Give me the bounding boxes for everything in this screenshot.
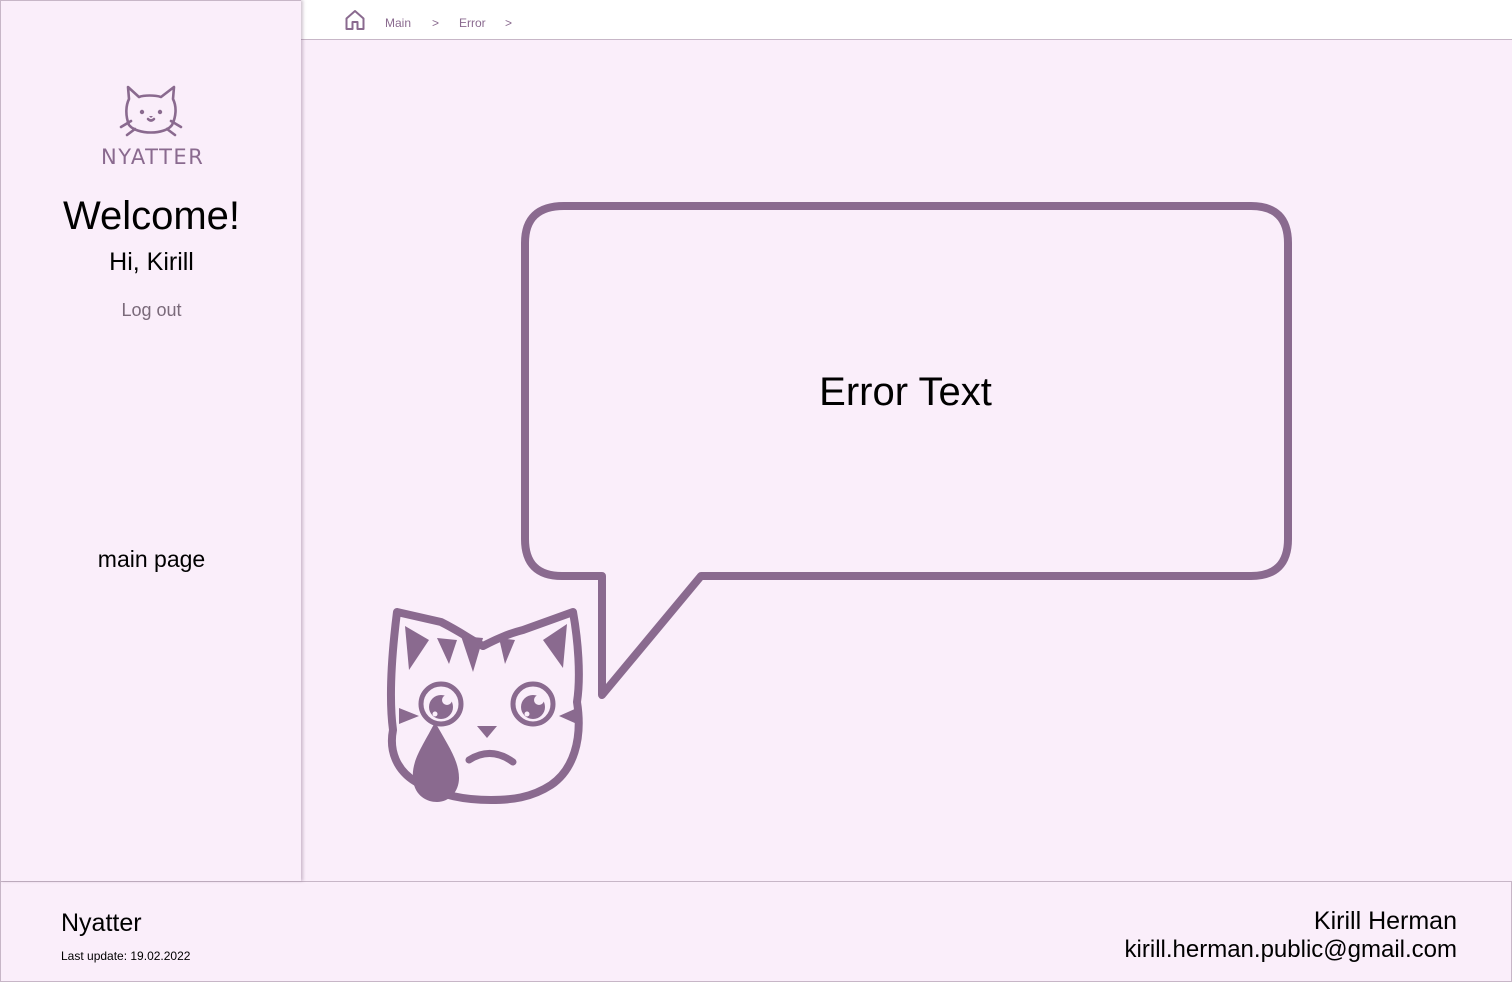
- last-update-text: Last update: 19.02.2022: [61, 949, 191, 963]
- logo-text: NYATTER: [101, 145, 205, 169]
- breadcrumb-separator: >: [505, 16, 513, 30]
- breadcrumb-error: Error: [459, 16, 486, 30]
- welcome-heading: Welcome!: [62, 194, 241, 238]
- speech-bubble: [521, 202, 1292, 699]
- breadcrumb: Main > Error >: [301, 0, 1512, 40]
- home-icon[interactable]: [344, 9, 366, 31]
- error-message: Error Text: [819, 370, 992, 414]
- nyatter-logo[interactable]: NYATTER: [101, 85, 203, 171]
- footer-brand: Nyatter: [61, 909, 142, 937]
- sidebar-item-main-page[interactable]: main page: [1, 546, 302, 573]
- breadcrumb-separator: >: [432, 16, 440, 30]
- breadcrumb-main[interactable]: Main: [385, 16, 411, 30]
- logout-link[interactable]: Log out: [1, 300, 302, 321]
- user-greeting: Hi, Kirill: [109, 248, 194, 276]
- cat-logo-icon: [119, 85, 183, 137]
- crying-cat-icon: [386, 608, 583, 804]
- footer: Nyatter Last update: 19.02.2022 Kirill H…: [0, 881, 1512, 982]
- error-illustration: [386, 202, 1292, 804]
- author-email-link[interactable]: kirill.herman.public@gmail.com: [1125, 936, 1457, 964]
- main-content: Error Text: [301, 40, 1512, 881]
- author-name: Kirill Herman: [1313, 907, 1457, 935]
- sidebar: NYATTER Welcome! Hi, Kirill Log out main…: [0, 0, 301, 881]
